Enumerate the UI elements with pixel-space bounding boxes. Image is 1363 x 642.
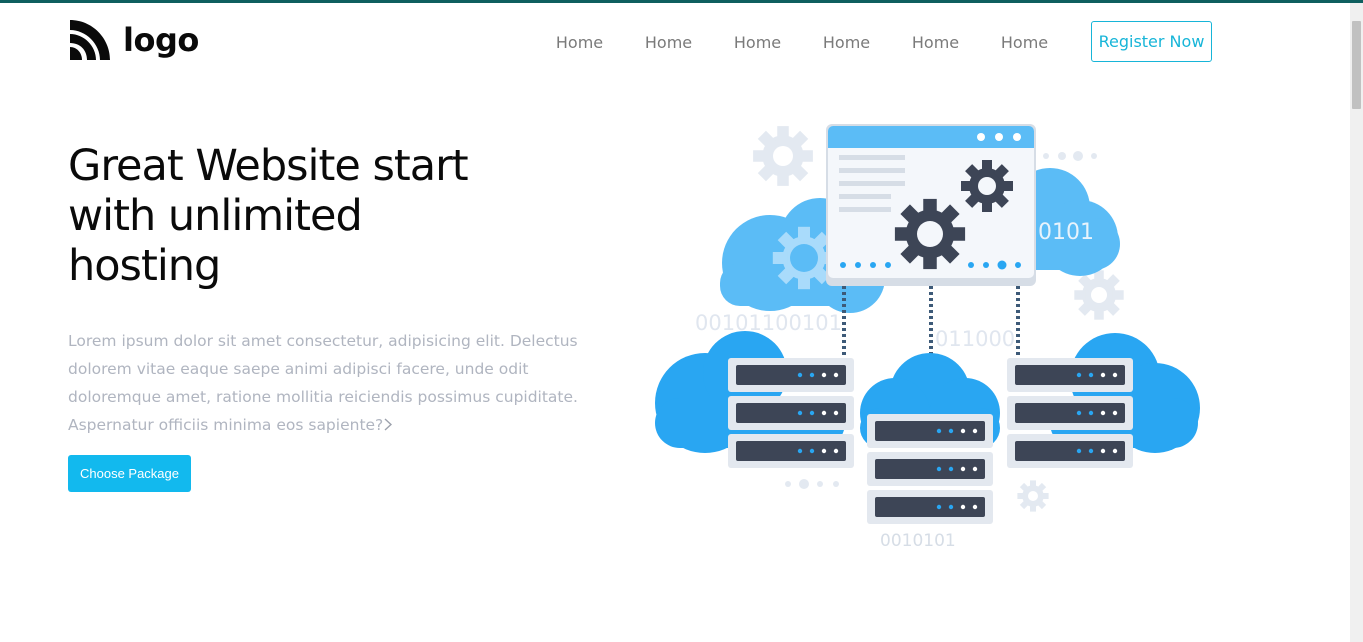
server-rack-center (867, 414, 993, 524)
scrollbar-thumb[interactable] (1352, 21, 1361, 109)
binary-text-2: 00101100101 (695, 311, 842, 335)
gear-icon-small (961, 160, 1013, 212)
rss-logo-icon (70, 20, 110, 60)
gear-icon-in-cloud (772, 226, 836, 290)
choose-package-button[interactable]: Choose Package (68, 455, 191, 492)
binary-text-3: 011000 (935, 327, 1015, 351)
nav-link-home-3[interactable]: Home (713, 33, 802, 52)
hero-title: Great Website start with unlimited hosti… (68, 141, 469, 291)
binary-text-4: 0010101 (880, 531, 956, 551)
server-rack-right (1007, 358, 1133, 468)
nav-link-home-1[interactable]: Home (535, 33, 624, 52)
register-now-button[interactable]: Register Now (1091, 21, 1212, 62)
cloud-hosting-illustration: 0101 00101100101 011000 0010101 (655, 124, 1200, 551)
nav-link-home-4[interactable]: Home (802, 33, 891, 52)
hero-description-text: Lorem ipsum dolor sit amet consectetur, … (68, 332, 578, 434)
nav-link-home-6[interactable]: Home (980, 33, 1069, 52)
gear-icon-large (894, 198, 966, 270)
logo[interactable]: logo (68, 18, 199, 62)
chevron-right-icon (384, 418, 393, 431)
gear-icon-light-bottom (1017, 480, 1049, 512)
nav-link-home-5[interactable]: Home (891, 33, 980, 52)
nav-link-home-2[interactable]: Home (624, 33, 713, 52)
binary-text-1: 0101 (1038, 220, 1094, 245)
gear-icon-light-top (753, 126, 813, 186)
hero-description: Lorem ipsum dolor sit amet consectetur, … (68, 327, 623, 439)
logo-text: logo (123, 21, 199, 59)
vertical-scrollbar[interactable] (1350, 3, 1363, 642)
main-nav: Home Home Home Home Home Home (535, 33, 1069, 52)
server-rack-left (728, 358, 854, 468)
browser-window (826, 124, 1036, 286)
site-header: logo Home Home Home Home Home Home Regis… (0, 3, 1350, 85)
gear-icon-light-right (1074, 270, 1124, 320)
